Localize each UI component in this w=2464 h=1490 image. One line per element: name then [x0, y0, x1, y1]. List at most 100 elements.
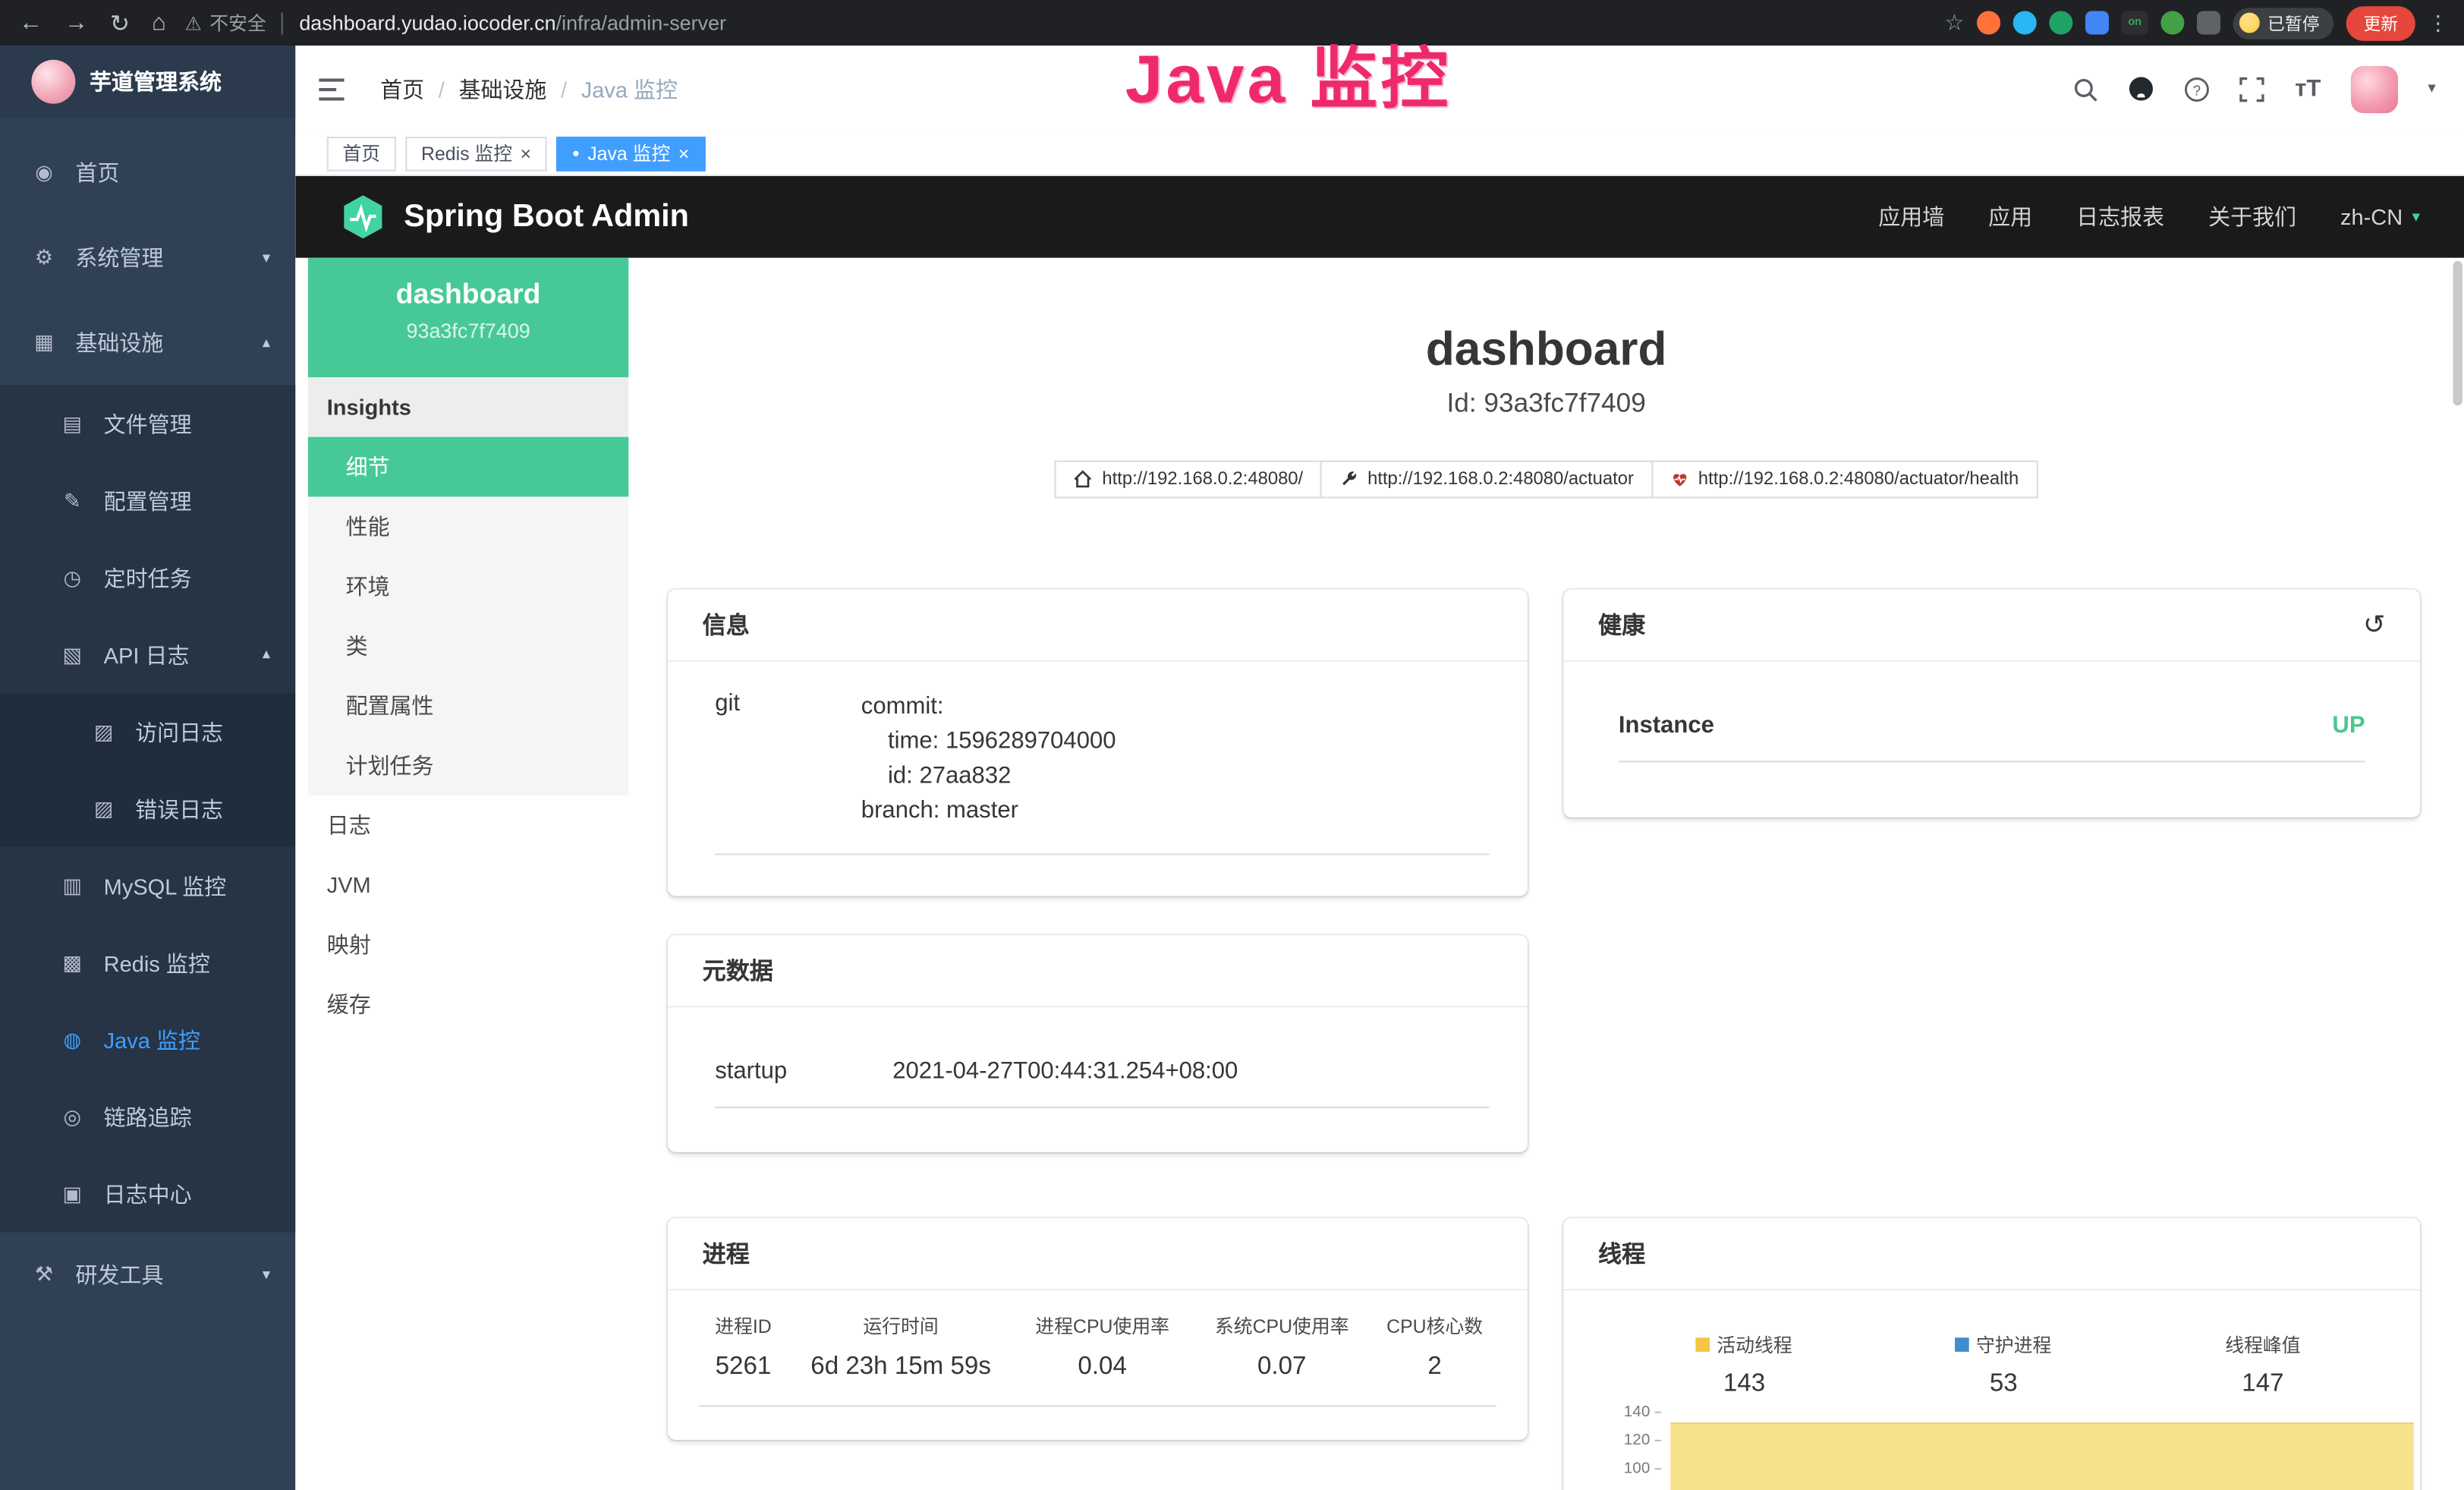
sidebar-item-label: MySQL 监控	[104, 870, 227, 901]
cpu-cores: CPU核心数 2	[1374, 1312, 1496, 1381]
sidebar-item-dev-tools[interactable]: ⚒ 研发工具 ▾	[0, 1233, 295, 1318]
address-bar[interactable]: dashboard.yudao.iocoder.cn/infra/admin-s…	[299, 11, 726, 34]
sba-menu-details[interactable]: 细节	[308, 437, 628, 497]
extension-drop-icon[interactable]	[2013, 11, 2037, 34]
card-process: 进程 进程ID 5261 运行时间 6d 23h 15m 59s 进程CPU使用…	[668, 1218, 1528, 1440]
breadcrumb-infrastructure[interactable]: 基础设施	[458, 73, 546, 104]
sba-brand-link[interactable]: Spring Boot Admin	[339, 194, 689, 241]
sba-instance-header[interactable]: dashboard 93a3fc7f7409	[308, 258, 628, 377]
language-label: zh-CN	[2340, 204, 2403, 229]
app-logo	[31, 60, 75, 104]
close-icon[interactable]: ×	[678, 143, 690, 162]
sidebar-item-redis-monitor[interactable]: ▩ Redis 监控	[0, 925, 295, 1001]
update-button[interactable]: 更新	[2346, 5, 2415, 40]
sidebar-item-error-logs[interactable]: ▨ 错误日志	[0, 770, 295, 847]
reload-icon[interactable]: ↻	[110, 8, 130, 36]
sba-menu-mappings[interactable]: 映射	[308, 915, 628, 975]
tab-redis-monitor[interactable]: Redis 监控 ×	[405, 136, 546, 171]
info-key: git	[715, 690, 861, 828]
extension-grid-icon[interactable]	[2085, 11, 2109, 34]
smiley-icon	[2239, 13, 2260, 33]
scrollbar-thumb[interactable]	[2453, 261, 2462, 406]
sidebar-item-scheduled-jobs[interactable]: ◷ 定时任务	[0, 539, 295, 616]
instance-link-health[interactable]: http://192.168.0.2:48080/actuator/health	[1651, 461, 2038, 499]
instance-title: dashboard	[628, 324, 2464, 377]
tab-home[interactable]: 首页	[327, 136, 396, 171]
extension-fox-icon[interactable]	[1977, 11, 2000, 34]
sidebar-item-java-monitor[interactable]: ◍ Java 监控	[0, 1001, 295, 1078]
card-metadata: 元数据 startup 2021-04-27T00:44:31.254+08:0…	[668, 935, 1528, 1152]
sba-nav-about[interactable]: 关于我们	[2208, 201, 2296, 232]
sba-menu-config-props[interactable]: 配置属性	[308, 676, 628, 736]
instance-link-actuator[interactable]: http://192.168.0.2:48080/actuator	[1320, 461, 1653, 499]
sba-menu-environment[interactable]: 环境	[308, 556, 628, 616]
bookmark-star-icon[interactable]: ☆	[1944, 9, 1964, 36]
card-title: 健康	[1598, 608, 1645, 641]
tab-label: Java 监控	[587, 140, 670, 166]
y-axis-tick: 100	[1607, 1460, 1660, 1478]
sba-nav-language[interactable]: zh-CN ▾	[2340, 204, 2420, 229]
home-icon	[1074, 470, 1093, 489]
paused-badge[interactable]: 已暂停	[2233, 7, 2334, 38]
sba-menu-scheduled-tasks[interactable]: 计划任务	[308, 736, 628, 795]
security-label: 不安全	[209, 9, 266, 36]
caret-down-icon: ▾	[2428, 80, 2435, 98]
sidebar-item-access-logs[interactable]: ▨ 访问日志	[0, 693, 295, 770]
redis-icon: ▩	[60, 950, 85, 975]
security-indicator[interactable]: ⚠ 不安全	[185, 9, 266, 36]
file-icon: ▤	[60, 411, 85, 436]
history-refresh-icon[interactable]: ↺	[2363, 609, 2386, 640]
sidebar-item-tracing[interactable]: ◎ 链路追踪	[0, 1079, 295, 1155]
sba-menu-jvm[interactable]: JVM	[308, 855, 628, 915]
sba-nav-journal[interactable]: 日志报表	[2076, 201, 2164, 232]
wrench-icon	[1339, 470, 1358, 489]
sidebar-item-system-mgmt[interactable]: ⚙ 系统管理 ▾	[0, 216, 295, 301]
sidebar-item-mysql-monitor[interactable]: ▥ MySQL 监控	[0, 847, 295, 924]
github-icon[interactable]	[2129, 75, 2155, 102]
browser-home-icon[interactable]: ⌂	[152, 9, 166, 36]
fullscreen-icon[interactable]	[2240, 76, 2265, 101]
extension-green-icon[interactable]	[2049, 11, 2072, 34]
card-title: 线程	[1598, 1237, 1645, 1270]
card-info: 信息 git commit: time: 1596289704000 id: 2…	[668, 590, 1528, 896]
sidebar-item-api-logs[interactable]: ▧ API 日志 ▴	[0, 616, 295, 693]
back-icon[interactable]: ←	[19, 9, 42, 36]
sba-menu-classes[interactable]: 类	[308, 616, 628, 676]
paused-label: 已暂停	[2267, 10, 2319, 35]
tab-java-monitor[interactable]: ● Java 监控 ×	[556, 136, 705, 171]
instance-links: http://192.168.0.2:48080/ http://192.168…	[628, 461, 2464, 499]
sba-nav-applications[interactable]: 应用	[1988, 201, 2032, 232]
sidebar-item-label: 基础设施	[75, 327, 163, 358]
sidebar-item-home[interactable]: ◉ 首页	[0, 131, 295, 216]
instance-link-home[interactable]: http://192.168.0.2:48080/	[1055, 461, 1322, 499]
sidebar-item-log-center[interactable]: ▣ 日志中心	[0, 1155, 295, 1232]
hamburger-icon[interactable]	[295, 76, 367, 101]
sba-menu-logs[interactable]: 日志	[308, 795, 628, 855]
search-icon[interactable]	[2073, 76, 2098, 101]
sidebar-item-config-mgmt[interactable]: ✎ 配置管理	[0, 462, 295, 539]
browser-menu-dots-icon[interactable]: ⋮	[2428, 10, 2448, 35]
app-logo-row[interactable]: 芋道管理系统	[0, 46, 295, 118]
sba-nav-wallboard[interactable]: 应用墙	[1878, 201, 1944, 232]
extension-puzzle-icon[interactable]	[2197, 11, 2220, 34]
divider	[282, 12, 284, 34]
sidebar-item-label: 配置管理	[104, 485, 192, 516]
sidebar-item-label: 日志中心	[104, 1178, 192, 1209]
close-icon[interactable]: ×	[520, 143, 531, 162]
sidebar-item-infrastructure[interactable]: ▦ 基础设施 ▴	[0, 301, 295, 386]
sidebar-item-file-mgmt[interactable]: ▤ 文件管理	[0, 385, 295, 461]
metric-value: 5261	[700, 1353, 788, 1381]
forward-icon[interactable]: →	[65, 9, 88, 36]
help-icon[interactable]: ?	[2185, 76, 2210, 101]
sba-menu-performance[interactable]: 性能	[308, 496, 628, 556]
extension-leaf-icon[interactable]	[2160, 11, 2184, 34]
breadcrumb-home[interactable]: 首页	[380, 73, 424, 104]
chevron-down-icon: ▾	[2412, 208, 2420, 225]
metric-value: 0.07	[1194, 1353, 1370, 1381]
tags-view: 首页 Redis 监控 × ● Java 监控 ×	[295, 132, 2464, 176]
font-size-icon[interactable]: тT	[2295, 75, 2321, 102]
threads-area-chart	[1670, 1422, 2413, 1490]
extension-on-icon[interactable]: on	[2122, 11, 2148, 34]
sba-menu-caches[interactable]: 缓存	[308, 975, 628, 1035]
user-avatar[interactable]	[2351, 65, 2398, 112]
